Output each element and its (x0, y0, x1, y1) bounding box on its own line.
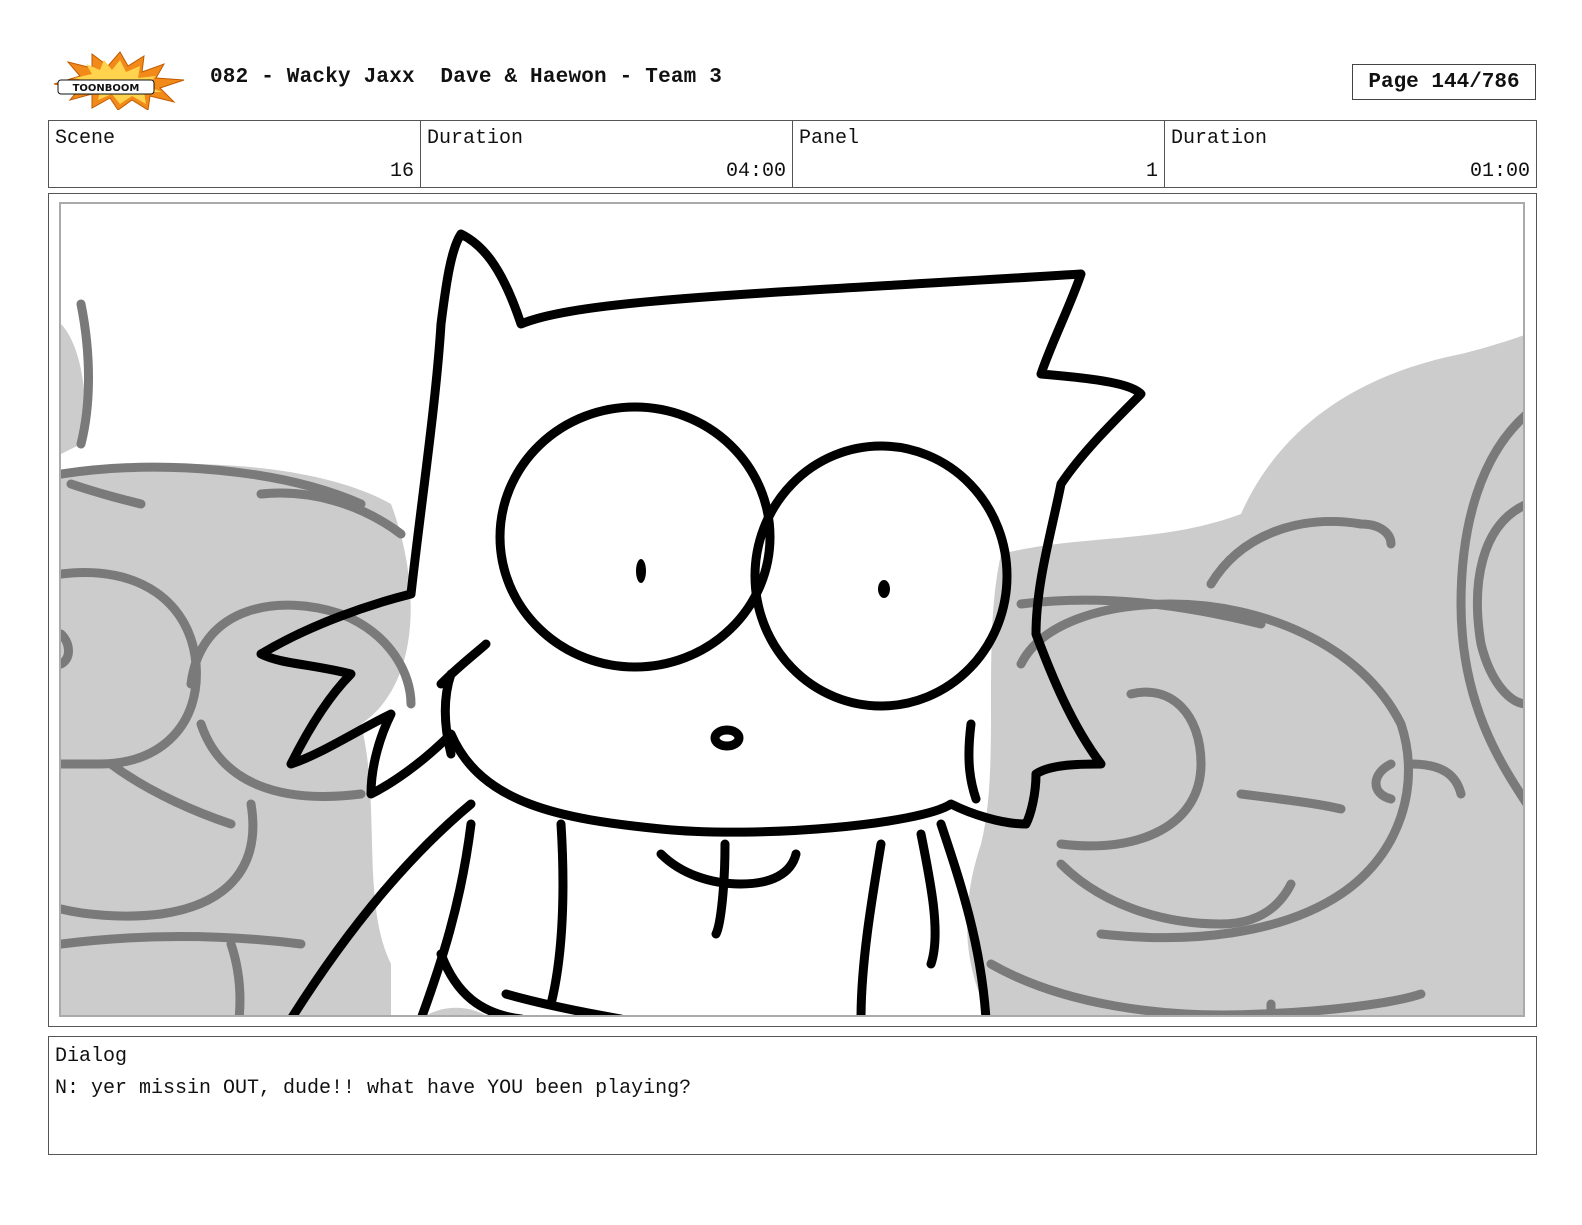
panel-value: 1 (1145, 160, 1158, 183)
scene-duration-cell: Duration 04:00 (421, 121, 793, 187)
panel-duration-cell: Duration 01:00 (1165, 121, 1536, 187)
storyboard-title: 082 - Wacky Jaxx Dave & Haewon - Team 3 (210, 66, 723, 89)
scene-duration-label: Duration (427, 127, 524, 150)
panel-frame (48, 193, 1537, 1027)
panel-cell: Panel 1 (793, 121, 1165, 187)
scene-value: 16 (389, 160, 414, 183)
page-indicator: Page 144/786 (1352, 64, 1536, 100)
panel-image (59, 202, 1525, 1017)
dialog-text: N: yer missin OUT, dude!! what have YOU … (55, 1077, 692, 1100)
scene-duration-value: 04:00 (725, 160, 786, 183)
logo-text: TOONBOOM (73, 83, 140, 94)
panel-duration-value: 01:00 (1469, 160, 1530, 183)
storyboard-sketch (61, 229, 1523, 1015)
dialog-label: Dialog (55, 1045, 128, 1068)
dialog-box: Dialog N: yer missin OUT, dude!! what ha… (48, 1036, 1537, 1155)
scene-label: Scene (55, 127, 116, 150)
panel-duration-label: Duration (1171, 127, 1268, 150)
scene-cell: Scene 16 (49, 121, 421, 187)
toonboom-logo: TOONBOOM (52, 50, 188, 111)
panel-label: Panel (799, 127, 860, 150)
scene-info-row: Scene 16 Duration 04:00 Panel 1 Duration… (48, 120, 1537, 188)
